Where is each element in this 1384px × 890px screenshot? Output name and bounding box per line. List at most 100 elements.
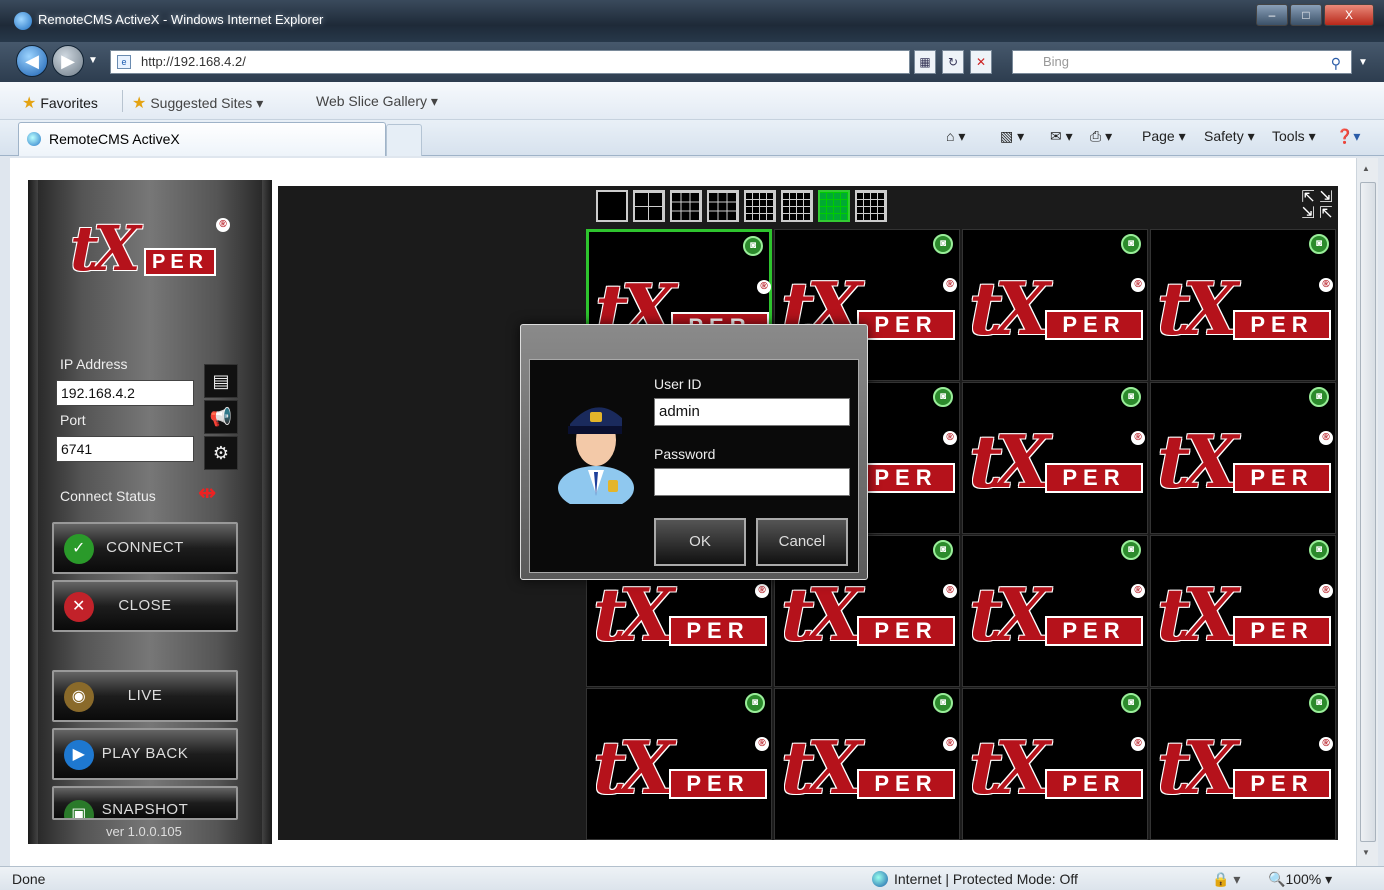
page-menu[interactable]: Page ▾	[1142, 128, 1186, 145]
window-title: RemoteCMS ActiveX - Windows Internet Exp…	[38, 12, 324, 27]
new-tab-button[interactable]	[386, 124, 422, 156]
tab-label: RemoteCMS ActiveX	[49, 131, 180, 147]
mail-icon[interactable]: ✉ ▾	[1050, 128, 1073, 145]
disconnected-plug-icon: ⇹	[198, 480, 217, 505]
x-shield-icon: ✕	[64, 592, 94, 622]
live-button[interactable]: ◉ LIVE	[52, 670, 238, 722]
layout-5-button[interactable]	[744, 190, 776, 222]
stop-icon[interactable]: ✕	[970, 50, 992, 74]
back-button[interactable]: ◀	[16, 45, 48, 77]
layout-2-button[interactable]	[633, 190, 665, 222]
fullscreen-icon[interactable]: ⇱ ⇲ ⇲ ⇱	[1300, 190, 1334, 224]
txper-logo: tXPER®	[781, 725, 961, 817]
layout-1-button[interactable]	[596, 190, 628, 222]
camera-icon[interactable]: ◙	[1121, 387, 1141, 407]
version-label: ver 1.0.0.105	[106, 824, 182, 839]
txper-logo: tXPER®	[1157, 725, 1337, 817]
password-input[interactable]	[654, 468, 850, 496]
camera-cell-13[interactable]: ◙ tX PER ®	[586, 688, 772, 840]
cancel-button[interactable]: Cancel	[756, 518, 848, 566]
notes-icon[interactable]: ▤	[204, 364, 238, 398]
camera-cell-4[interactable]: ◙ tX PER ®	[1150, 229, 1336, 381]
user-id-label: User ID	[654, 376, 702, 392]
camera-cell-8[interactable]: ◙ tX PER ®	[1150, 382, 1336, 534]
navigation-bar: ◀ ▶ ▼ e http://192.168.4.2/ ▦ ↻ ✕ Bing ⚲…	[0, 42, 1384, 82]
camera-icon[interactable]: ◙	[1121, 540, 1141, 560]
close-window-button[interactable]: X	[1324, 4, 1374, 26]
refresh-icon[interactable]: ↻	[942, 50, 964, 74]
camera-icon[interactable]: ◙	[1121, 693, 1141, 713]
star-icon: ★	[22, 95, 37, 112]
settings-gear-icon[interactable]: ⚙	[204, 436, 238, 470]
camera-icon[interactable]: ◙	[1309, 693, 1329, 713]
search-input[interactable]: Bing ⚲	[1012, 50, 1352, 74]
layout-3-button[interactable]	[670, 190, 702, 222]
camera-cell-15[interactable]: ◙ tX PER ®	[962, 688, 1148, 840]
user-id-input[interactable]: admin	[654, 398, 850, 426]
port-input[interactable]: 6741	[56, 436, 194, 462]
search-options-dropdown-icon[interactable]: ▼	[1358, 57, 1368, 68]
camera-icon[interactable]: ◙	[1121, 234, 1141, 254]
camera-icon[interactable]: ◙	[1309, 234, 1329, 254]
connect-status-label: Connect Status	[60, 488, 156, 504]
favorites-button[interactable]: ★ Favorites	[22, 93, 98, 113]
layout-6-button[interactable]	[781, 190, 813, 222]
close-button[interactable]: ✕ CLOSE	[52, 580, 238, 632]
camera-cell-12[interactable]: ◙ tX PER ®	[1150, 535, 1336, 687]
zoom-control[interactable]: 🔍100% ▾	[1268, 871, 1332, 888]
camera-icon[interactable]: ◙	[933, 387, 953, 407]
camera-icon[interactable]: ◙	[743, 236, 763, 256]
tab-remotecms[interactable]: RemoteCMS ActiveX	[18, 122, 386, 156]
scroll-down-icon[interactable]: ▼	[1362, 848, 1370, 857]
protected-mode-icon[interactable]: 🔒 ▾	[1212, 871, 1240, 888]
maximize-button[interactable]: □	[1290, 4, 1322, 26]
txper-logo: tXPER®	[781, 572, 961, 664]
check-shield-icon: ✓	[64, 534, 94, 564]
port-label: Port	[60, 412, 86, 428]
suggested-sites-link[interactable]: ★ Suggested Sites ▾	[132, 93, 263, 113]
playback-button[interactable]: ▶ PLAY BACK	[52, 728, 238, 780]
vertical-scrollbar[interactable]: ▲ ▼	[1356, 158, 1378, 866]
connect-button[interactable]: ✓ CONNECT	[52, 522, 238, 574]
camera-cell-14[interactable]: ◙ tX PER ®	[774, 688, 960, 840]
ok-button[interactable]: OK	[654, 518, 746, 566]
ip-address-input[interactable]: 192.168.4.2	[56, 380, 194, 406]
speaker-mute-icon[interactable]: 📢	[204, 400, 238, 434]
safety-menu[interactable]: Safety ▾	[1204, 128, 1255, 145]
camera-cell-16[interactable]: ◙ tX PER ®	[1150, 688, 1336, 840]
camera-icon[interactable]: ◙	[745, 693, 765, 713]
tools-menu[interactable]: Tools ▾	[1272, 128, 1316, 145]
snapshot-button[interactable]: ▣ SNAPSHOT	[52, 786, 238, 820]
camera-icon[interactable]: ◙	[933, 234, 953, 254]
camera-cell-11[interactable]: ◙ tX PER ®	[962, 535, 1148, 687]
layout-7-button[interactable]	[818, 190, 850, 222]
camera-icon[interactable]: ◙	[1309, 540, 1329, 560]
title-bar: RemoteCMS ActiveX - Windows Internet Exp…	[0, 0, 1384, 42]
camera-cell-7[interactable]: ◙ tX PER ®	[962, 382, 1148, 534]
camera-icon[interactable]: ◙	[1309, 387, 1329, 407]
compatibility-view-icon[interactable]: ▦	[914, 50, 936, 74]
ip-address-label: IP Address	[60, 356, 128, 372]
tab-site-icon	[27, 132, 41, 146]
forward-button[interactable]: ▶	[52, 45, 84, 77]
search-icon[interactable]: ⚲	[1331, 52, 1341, 74]
ie-icon	[14, 12, 32, 30]
camera-cell-3[interactable]: ◙ tX PER ®	[962, 229, 1148, 381]
scroll-up-icon[interactable]: ▲	[1362, 164, 1370, 173]
layout-4-button[interactable]	[707, 190, 739, 222]
search-placeholder: Bing	[1043, 54, 1070, 69]
help-icon[interactable]: ❓▾	[1336, 128, 1360, 145]
txper-logo: tXPER®	[1157, 419, 1337, 511]
home-icon[interactable]: ⌂ ▾	[946, 128, 965, 145]
web-slice-gallery-link[interactable]: Web Slice Gallery ▾	[316, 93, 438, 110]
layout-8-button[interactable]	[855, 190, 887, 222]
history-dropdown-icon[interactable]: ▼	[88, 55, 98, 66]
camera-icon[interactable]: ◙	[933, 693, 953, 713]
security-zone[interactable]: Internet | Protected Mode: Off	[872, 871, 1078, 887]
minimize-button[interactable]: –	[1256, 4, 1288, 26]
print-icon[interactable]: ⎙ ▾	[1090, 128, 1112, 145]
scroll-thumb[interactable]	[1360, 182, 1376, 842]
address-bar[interactable]: e http://192.168.4.2/	[110, 50, 910, 74]
feeds-icon[interactable]: ▧ ▾	[1000, 128, 1024, 145]
camera-icon[interactable]: ◙	[933, 540, 953, 560]
